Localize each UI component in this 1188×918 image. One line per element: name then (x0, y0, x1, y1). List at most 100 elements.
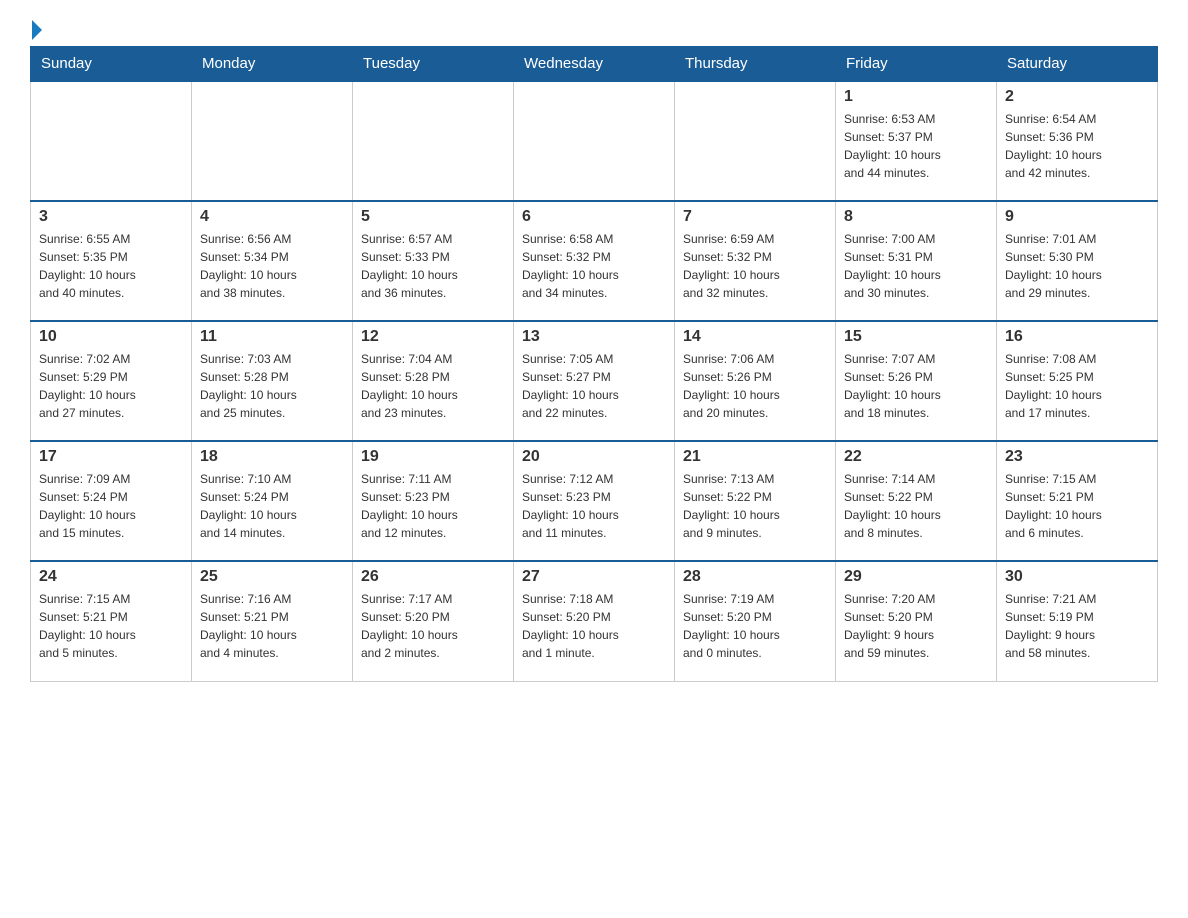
day-info: Sunrise: 7:19 AM Sunset: 5:20 PM Dayligh… (683, 590, 827, 662)
week-row-3: 10 Sunrise: 7:02 AM Sunset: 5:29 PM Dayli… (31, 321, 1158, 441)
day-info: Sunrise: 7:03 AM Sunset: 5:28 PM Dayligh… (200, 350, 344, 422)
day-number: 17 (39, 448, 183, 466)
day-info: Sunrise: 6:58 AM Sunset: 5:32 PM Dayligh… (522, 230, 666, 302)
calendar-cell: 4Sunrise: 6:56 AM Sunset: 5:34 PM Daylig… (192, 201, 353, 321)
day-info: Sunrise: 7:11 AM Sunset: 5:23 PM Dayligh… (361, 470, 505, 542)
day-number: 7 (683, 208, 827, 226)
day-info: Sunrise: 7:00 AM Sunset: 5:31 PM Dayligh… (844, 230, 988, 302)
logo-text (30, 20, 42, 40)
page-header (30, 20, 1158, 36)
weekday-header-sunday: Sunday (31, 47, 192, 82)
day-number: 10 (39, 328, 183, 346)
calendar-cell: 7 Sunrise: 6:59 AM Sunset: 5:32 PM Daylig… (675, 201, 836, 321)
day-info: Sunrise: 7:02 AM Sunset: 5:29 PM Dayligh… (39, 350, 183, 422)
calendar-cell: 9Sunrise: 7:01 AM Sunset: 5:30 PM Daylig… (997, 201, 1158, 321)
day-info: Sunrise: 7:10 AM Sunset: 5:24 PM Dayligh… (200, 470, 344, 542)
calendar-cell: 5 Sunrise: 6:57 AM Sunset: 5:33 PM Daylig… (353, 201, 514, 321)
day-info: Sunrise: 7:18 AM Sunset: 5:20 PM Dayligh… (522, 590, 666, 662)
calendar-cell (192, 81, 353, 201)
day-number: 3 (39, 208, 183, 226)
calendar-cell: 11Sunrise: 7:03 AM Sunset: 5:28 PM Dayli… (192, 321, 353, 441)
calendar-cell: 30 Sunrise: 7:21 AM Sunset: 5:19 PM Dayli… (997, 561, 1158, 681)
calendar-cell (675, 81, 836, 201)
calendar-cell: 14 Sunrise: 7:06 AM Sunset: 5:26 PM Dayli… (675, 321, 836, 441)
day-info: Sunrise: 7:05 AM Sunset: 5:27 PM Dayligh… (522, 350, 666, 422)
day-info: Sunrise: 7:04 AM Sunset: 5:28 PM Dayligh… (361, 350, 505, 422)
day-info: Sunrise: 7:13 AM Sunset: 5:22 PM Dayligh… (683, 470, 827, 542)
logo (30, 20, 42, 36)
calendar-cell: 3 Sunrise: 6:55 AM Sunset: 5:35 PM Daylig… (31, 201, 192, 321)
calendar-cell: 25 Sunrise: 7:16 AM Sunset: 5:21 PM Dayli… (192, 561, 353, 681)
calendar-cell: 12 Sunrise: 7:04 AM Sunset: 5:28 PM Dayli… (353, 321, 514, 441)
day-info: Sunrise: 7:20 AM Sunset: 5:20 PM Dayligh… (844, 590, 988, 662)
day-info: Sunrise: 6:55 AM Sunset: 5:35 PM Dayligh… (39, 230, 183, 302)
day-info: Sunrise: 7:07 AM Sunset: 5:26 PM Dayligh… (844, 350, 988, 422)
day-info: Sunrise: 7:17 AM Sunset: 5:20 PM Dayligh… (361, 590, 505, 662)
calendar-cell: 23 Sunrise: 7:15 AM Sunset: 5:21 PM Dayli… (997, 441, 1158, 561)
calendar-cell: 19 Sunrise: 7:11 AM Sunset: 5:23 PM Dayli… (353, 441, 514, 561)
calendar-cell: 20Sunrise: 7:12 AM Sunset: 5:23 PM Dayli… (514, 441, 675, 561)
day-info: Sunrise: 7:21 AM Sunset: 5:19 PM Dayligh… (1005, 590, 1149, 662)
day-number: 25 (200, 568, 344, 586)
calendar-cell: 24Sunrise: 7:15 AM Sunset: 5:21 PM Dayli… (31, 561, 192, 681)
day-info: Sunrise: 7:09 AM Sunset: 5:24 PM Dayligh… (39, 470, 183, 542)
day-info: Sunrise: 6:56 AM Sunset: 5:34 PM Dayligh… (200, 230, 344, 302)
weekday-header-row: SundayMondayTuesdayWednesdayThursdayFrid… (31, 47, 1158, 82)
calendar-cell: 8 Sunrise: 7:00 AM Sunset: 5:31 PM Daylig… (836, 201, 997, 321)
day-info: Sunrise: 7:14 AM Sunset: 5:22 PM Dayligh… (844, 470, 988, 542)
calendar-cell (31, 81, 192, 201)
day-number: 12 (361, 328, 505, 346)
day-info: Sunrise: 6:57 AM Sunset: 5:33 PM Dayligh… (361, 230, 505, 302)
logo-arrow-icon (32, 20, 42, 40)
day-number: 6 (522, 208, 666, 226)
calendar-cell: 1 Sunrise: 6:53 AM Sunset: 5:37 PM Daylig… (836, 81, 997, 201)
day-number: 9 (1005, 208, 1149, 226)
day-info: Sunrise: 7:15 AM Sunset: 5:21 PM Dayligh… (39, 590, 183, 662)
calendar-cell: 17 Sunrise: 7:09 AM Sunset: 5:24 PM Dayli… (31, 441, 192, 561)
calendar-cell: 29Sunrise: 7:20 AM Sunset: 5:20 PM Dayli… (836, 561, 997, 681)
day-number: 1 (844, 88, 988, 106)
day-number: 27 (522, 568, 666, 586)
day-number: 21 (683, 448, 827, 466)
weekday-header-friday: Friday (836, 47, 997, 82)
calendar-cell (353, 81, 514, 201)
day-number: 26 (361, 568, 505, 586)
calendar-cell: 28 Sunrise: 7:19 AM Sunset: 5:20 PM Dayli… (675, 561, 836, 681)
calendar-cell: 10 Sunrise: 7:02 AM Sunset: 5:29 PM Dayli… (31, 321, 192, 441)
weekday-header-tuesday: Tuesday (353, 47, 514, 82)
calendar-cell: 21 Sunrise: 7:13 AM Sunset: 5:22 PM Dayli… (675, 441, 836, 561)
day-number: 28 (683, 568, 827, 586)
day-number: 5 (361, 208, 505, 226)
calendar-cell: 6 Sunrise: 6:58 AM Sunset: 5:32 PM Daylig… (514, 201, 675, 321)
day-number: 30 (1005, 568, 1149, 586)
day-number: 23 (1005, 448, 1149, 466)
calendar-cell: 26 Sunrise: 7:17 AM Sunset: 5:20 PM Dayli… (353, 561, 514, 681)
day-number: 22 (844, 448, 988, 466)
week-row-4: 17 Sunrise: 7:09 AM Sunset: 5:24 PM Dayli… (31, 441, 1158, 561)
calendar-cell: 18 Sunrise: 7:10 AM Sunset: 5:24 PM Dayli… (192, 441, 353, 561)
day-number: 19 (361, 448, 505, 466)
weekday-header-thursday: Thursday (675, 47, 836, 82)
week-row-5: 24Sunrise: 7:15 AM Sunset: 5:21 PM Dayli… (31, 561, 1158, 681)
calendar-cell: 22 Sunrise: 7:14 AM Sunset: 5:22 PM Dayli… (836, 441, 997, 561)
day-number: 14 (683, 328, 827, 346)
weekday-header-saturday: Saturday (997, 47, 1158, 82)
day-number: 13 (522, 328, 666, 346)
calendar-cell: 2Sunrise: 6:54 AM Sunset: 5:36 PM Daylig… (997, 81, 1158, 201)
day-number: 2 (1005, 88, 1149, 106)
calendar-cell: 15 Sunrise: 7:07 AM Sunset: 5:26 PM Dayli… (836, 321, 997, 441)
calendar-cell (514, 81, 675, 201)
weekday-header-wednesday: Wednesday (514, 47, 675, 82)
calendar-cell: 16Sunrise: 7:08 AM Sunset: 5:25 PM Dayli… (997, 321, 1158, 441)
day-number: 15 (844, 328, 988, 346)
day-info: Sunrise: 7:15 AM Sunset: 5:21 PM Dayligh… (1005, 470, 1149, 542)
day-info: Sunrise: 6:53 AM Sunset: 5:37 PM Dayligh… (844, 110, 988, 182)
calendar-cell: 27 Sunrise: 7:18 AM Sunset: 5:20 PM Dayli… (514, 561, 675, 681)
day-number: 18 (200, 448, 344, 466)
day-info: Sunrise: 7:06 AM Sunset: 5:26 PM Dayligh… (683, 350, 827, 422)
calendar: SundayMondayTuesdayWednesdayThursdayFrid… (30, 46, 1158, 682)
week-row-2: 3 Sunrise: 6:55 AM Sunset: 5:35 PM Daylig… (31, 201, 1158, 321)
day-info: Sunrise: 7:16 AM Sunset: 5:21 PM Dayligh… (200, 590, 344, 662)
day-number: 8 (844, 208, 988, 226)
day-info: Sunrise: 6:59 AM Sunset: 5:32 PM Dayligh… (683, 230, 827, 302)
